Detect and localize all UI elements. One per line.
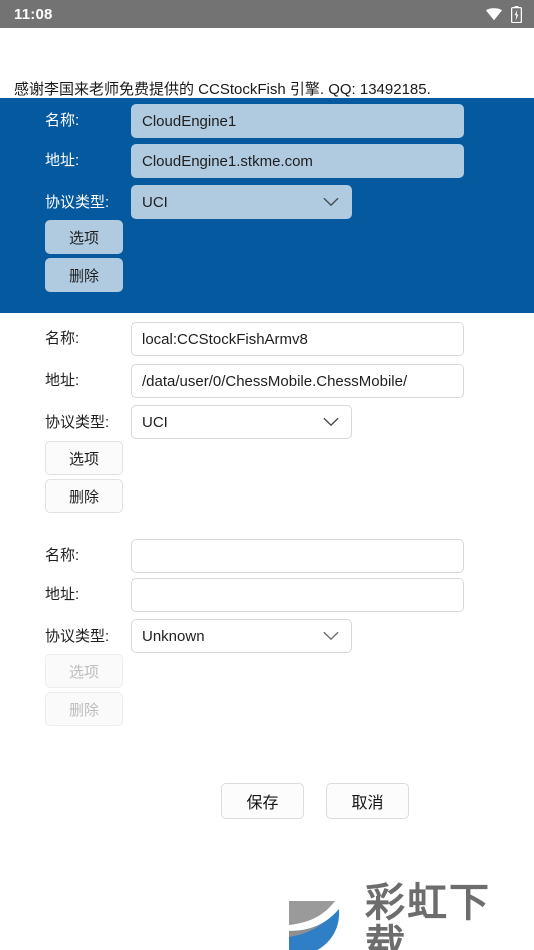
wifi-icon [485, 7, 503, 21]
cancel-button[interactable]: 取消 [326, 783, 409, 819]
engine-2-delete-button[interactable]: 删除 [45, 479, 123, 513]
engine-2-address-label: 地址: [45, 372, 80, 389]
engine-2-options-button[interactable]: 选项 [45, 441, 123, 475]
chevron-down-icon [323, 628, 339, 645]
engine-3-options-button: 选项 [45, 654, 123, 688]
engine-3-protocol-label: 协议类型: [45, 628, 110, 645]
engine-3-name-input[interactable] [131, 539, 464, 573]
engine-2-name-input[interactable]: local:CCStockFishArmv8 [131, 322, 464, 356]
engine-3-address-label: 地址: [45, 586, 80, 603]
credits-notice: 感谢李国来老师免费提供的 CCStockFish 引擎. QQ: 1349218… [14, 81, 431, 98]
engine-2-name-label: 名称: [45, 330, 80, 347]
engine-3-name-label: 名称: [45, 547, 80, 564]
engine-3-protocol-select[interactable]: Unknown [131, 619, 352, 653]
engine-2-protocol-select[interactable]: UCI [131, 405, 352, 439]
engine-1-protocol-label: 协议类型: [45, 194, 110, 211]
engine-1-name-label: 名称: [45, 112, 80, 129]
save-button[interactable]: 保存 [221, 783, 304, 819]
chevron-down-icon [323, 194, 339, 211]
engine-1-protocol-value: UCI [142, 193, 168, 211]
engine-1-address-input[interactable]: CloudEngine1.stkme.com [131, 144, 464, 178]
engine-1-address-label: 地址: [45, 152, 80, 169]
engine-1-delete-button[interactable]: 删除 [45, 258, 123, 292]
status-bar: 11:08 [0, 0, 534, 28]
rainbow-download-logo-icon [283, 895, 355, 950]
watermark-brand: 彩虹下载 [365, 879, 491, 950]
engine-2-protocol-label: 协议类型: [45, 414, 110, 431]
engine-2-address-input[interactable]: /data/user/0/ChessMobile.ChessMobile/ [131, 364, 464, 398]
battery-icon [511, 5, 522, 23]
engine-settings-page: 感谢李国来老师免费提供的 CCStockFish 引擎. QQ: 1349218… [0, 28, 534, 950]
engine-3-address-input[interactable] [131, 578, 464, 612]
engine-1-options-button[interactable]: 选项 [45, 220, 123, 254]
engine-1-protocol-select[interactable]: UCI [131, 185, 352, 219]
engine-card-3[interactable]: 名称: 地址: 协议类型: Unknown 选项 删除 [0, 533, 534, 733]
engine-2-protocol-value: UCI [142, 413, 168, 431]
watermark: 彩虹下载 www.7hon.com [283, 882, 527, 950]
chevron-down-icon [323, 414, 339, 431]
engine-1-name-input[interactable]: CloudEngine1 [131, 104, 464, 138]
engine-card-1[interactable]: 名称: CloudEngine1 地址: CloudEngine1.stkme.… [0, 98, 534, 313]
status-bar-system-icons [485, 5, 522, 23]
engine-3-protocol-value: Unknown [142, 627, 205, 645]
engine-3-delete-button: 删除 [45, 692, 123, 726]
status-bar-clock: 11:08 [14, 5, 53, 23]
engine-card-2[interactable]: 名称: local:CCStockFishArmv8 地址: /data/use… [0, 316, 534, 516]
watermark-text: 彩虹下载 www.7hon.com [365, 882, 527, 950]
